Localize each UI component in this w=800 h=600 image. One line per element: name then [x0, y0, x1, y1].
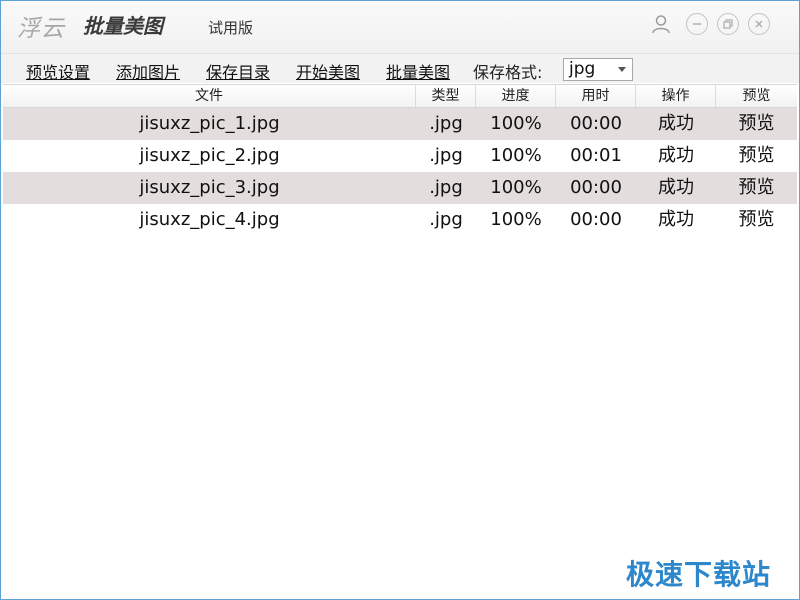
header-time[interactable]: 用时: [556, 85, 636, 107]
app-window: 浮云 批量美图 试用版 预览设置 添加图片 保存目录 开始美图 批量美图 保存格…: [0, 0, 800, 600]
cell-preview-link[interactable]: 预览: [716, 172, 797, 204]
product-name: 批量美图: [83, 14, 163, 38]
file-table: 文件 类型 进度 用时 操作 预览 jisuxz_pic_1.jpg .jpg …: [3, 84, 797, 236]
cell-action: 成功: [658, 113, 694, 134]
close-icon[interactable]: [748, 13, 770, 35]
cell-file: jisuxz_pic_3.jpg: [139, 177, 280, 198]
cell-type: .jpg: [429, 145, 463, 166]
header-progress[interactable]: 进度: [476, 85, 556, 107]
cell-preview-link[interactable]: 预览: [716, 108, 797, 140]
edition-label: 试用版: [208, 19, 254, 37]
cell-progress: 100%: [490, 145, 542, 166]
preview-settings-link[interactable]: 预览设置: [26, 59, 90, 83]
minimize-icon[interactable]: [686, 13, 708, 35]
user-icon[interactable]: [650, 13, 672, 35]
cell-action: 成功: [658, 209, 694, 230]
cell-preview-link[interactable]: 预览: [716, 204, 797, 236]
cell-preview-link[interactable]: 预览: [716, 140, 797, 172]
chevron-down-icon: [618, 67, 626, 72]
cell-file: jisuxz_pic_4.jpg: [139, 209, 280, 230]
cell-type: .jpg: [429, 113, 463, 134]
table-row[interactable]: jisuxz_pic_3.jpg .jpg 100% 00:00 成功 预览: [3, 172, 797, 204]
table-header: 文件 类型 进度 用时 操作 预览: [3, 84, 797, 108]
table-row[interactable]: jisuxz_pic_2.jpg .jpg 100% 00:01 成功 预览: [3, 140, 797, 172]
toolbar: 预览设置 添加图片 保存目录 开始美图 批量美图 保存格式: jpg: [1, 53, 799, 83]
add-images-link[interactable]: 添加图片: [116, 59, 180, 83]
start-beautify-link[interactable]: 开始美图: [296, 59, 360, 83]
cell-action: 成功: [658, 177, 694, 198]
cell-progress: 100%: [490, 177, 542, 198]
batch-beautify-link[interactable]: 批量美图: [386, 59, 450, 83]
header-preview[interactable]: 预览: [716, 85, 797, 107]
restore-icon[interactable]: [717, 13, 739, 35]
title-bar[interactable]: 浮云 批量美图 试用版: [1, 1, 799, 53]
cell-progress: 100%: [490, 113, 542, 134]
brand-logo: 浮云: [17, 16, 65, 42]
cell-type: .jpg: [429, 177, 463, 198]
close-icon-svg: [755, 20, 763, 28]
format-select-value: jpg: [569, 59, 596, 79]
cell-file: jisuxz_pic_2.jpg: [139, 145, 280, 166]
user-icon-svg: [652, 15, 670, 34]
cell-progress: 100%: [490, 209, 542, 230]
cell-time: 00:01: [570, 145, 622, 166]
cell-type: .jpg: [429, 209, 463, 230]
cell-action: 成功: [658, 145, 694, 166]
restore-icon-svg: [723, 19, 733, 29]
cell-time: 00:00: [570, 177, 622, 198]
watermark: 极速下载站: [626, 558, 772, 591]
format-select[interactable]: jpg: [563, 58, 633, 81]
header-file[interactable]: 文件: [3, 85, 416, 107]
table-row[interactable]: jisuxz_pic_1.jpg .jpg 100% 00:00 成功 预览: [3, 108, 797, 140]
cell-time: 00:00: [570, 209, 622, 230]
minimize-icon-svg: [693, 23, 701, 25]
header-action[interactable]: 操作: [636, 85, 716, 107]
header-type[interactable]: 类型: [416, 85, 476, 107]
format-label: 保存格式:: [473, 63, 543, 82]
table-row[interactable]: jisuxz_pic_4.jpg .jpg 100% 00:00 成功 预览: [3, 204, 797, 236]
cell-time: 00:00: [570, 113, 622, 134]
save-dir-link[interactable]: 保存目录: [206, 59, 270, 83]
cell-file: jisuxz_pic_1.jpg: [139, 113, 280, 134]
